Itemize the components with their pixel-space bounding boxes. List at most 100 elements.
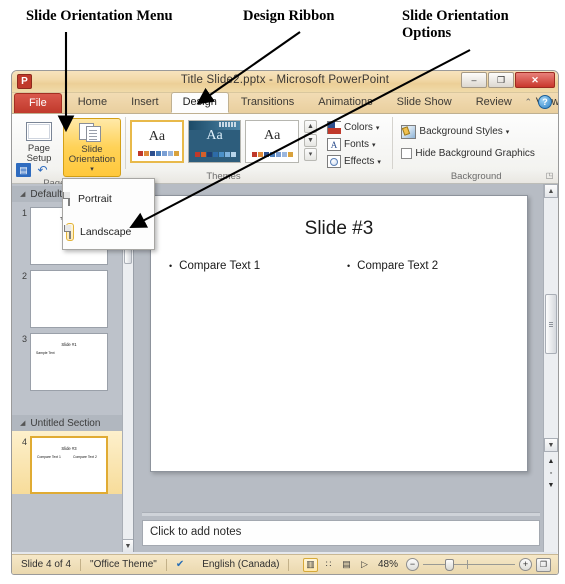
collapse-triangle-icon[interactable]: ◢ (20, 190, 25, 198)
portrait-icon-wrap (63, 191, 72, 207)
tab-home[interactable]: Home (66, 92, 119, 113)
themes-scroll-down-icon[interactable]: ▼ (304, 134, 318, 147)
slide-left-content[interactable]: • Compare Text 1 (169, 260, 260, 272)
previous-slide-icon[interactable]: ▲ (545, 456, 557, 468)
undo-icon[interactable]: ↶ (35, 163, 50, 177)
themes-gallery-arrows: ▲ ▼ ▾ (303, 120, 318, 161)
slide-right-content[interactable]: • Compare Text 2 (347, 260, 438, 272)
chevron-down-icon: ▾ (372, 141, 376, 149)
view-slide-sorter-icon[interactable]: ∷ (321, 558, 336, 572)
slide-title-text[interactable]: Slide #3 (151, 218, 527, 240)
restore-button[interactable]: ❐ (488, 72, 514, 88)
slide-thumbnail-4[interactable]: Slide #3 Compare Text 1 Compare Text 2 (30, 436, 108, 494)
slide-left-text: Compare Text 1 (179, 260, 261, 272)
view-normal-icon[interactable]: ▥ (302, 557, 318, 572)
background-styles-label: Background Styles (419, 126, 503, 137)
slide-number: 3 (21, 334, 27, 344)
background-styles-button[interactable]: Background Styles ▾ (397, 123, 513, 140)
scrollbar-thumb[interactable] (545, 294, 557, 354)
slide-right-text: Compare Text 2 (357, 260, 439, 272)
fit-slide-to-window-icon[interactable]: ❐ (536, 557, 551, 572)
themes-scroll-up-icon[interactable]: ▲ (304, 120, 318, 133)
portrait-icon (63, 191, 70, 206)
tab-design[interactable]: Design (170, 92, 229, 113)
slide-thumbnail-2[interactable] (30, 270, 108, 328)
theme-preview-letters: Aa (206, 128, 223, 143)
notes-splitter[interactable] (142, 512, 540, 516)
bullet-icon: • (169, 261, 173, 271)
theme-thumbnail-office[interactable]: Aa (130, 120, 184, 163)
view-reading-icon[interactable]: ▤ (339, 558, 354, 572)
collapse-triangle-icon[interactable]: ◢ (20, 419, 25, 427)
dropdown-item-landscape[interactable]: Landscape (63, 215, 154, 248)
scroll-down-icon[interactable]: ▼ (123, 539, 133, 552)
theme-effects-button[interactable]: Effects ▾ (323, 153, 388, 170)
zoom-slider-handle[interactable] (445, 559, 454, 571)
quick-access-toolbar: ▤ ↶ (16, 163, 50, 177)
ribbon-separator-2 (392, 117, 394, 169)
scroll-up-icon[interactable]: ▲ (544, 184, 558, 198)
zoom-out-icon[interactable]: − (406, 558, 419, 571)
slide-marker-icon[interactable]: ▫ (545, 468, 557, 480)
thumbnail-row-2[interactable]: 2 (12, 265, 133, 328)
scroll-down-icon[interactable]: ▼ (544, 438, 558, 452)
slide-counter[interactable]: Slide 4 of 4 (12, 559, 80, 570)
status-bar: Slide 4 of 4 "Office Theme" ✔ English (C… (12, 554, 558, 574)
window-controls: – ❐ ✕ (461, 72, 555, 88)
fonts-label: Fonts (344, 139, 370, 150)
tab-transitions[interactable]: Transitions (229, 92, 306, 113)
landscape-icon-wrap (64, 222, 74, 241)
annotation-design-ribbon: Design Ribbon (243, 8, 335, 24)
slide-thumbnail-3[interactable]: Slide #1 Sample Text (30, 333, 108, 391)
effects-label: Effects (344, 156, 375, 167)
tab-slide-show[interactable]: Slide Show (385, 92, 464, 113)
theme-colors-button[interactable]: Colors ▾ (323, 119, 388, 136)
slide-number: 2 (21, 271, 27, 281)
section-header-untitled[interactable]: ◢ Untitled Section (12, 415, 133, 431)
close-button[interactable]: ✕ (515, 72, 555, 88)
tab-review[interactable]: Review (464, 92, 524, 113)
zoom-level[interactable]: 48% (378, 559, 402, 570)
dropdown-item-portrait[interactable]: Portrait (63, 182, 154, 215)
slide-orientation-label: Slide Orientation (68, 144, 116, 166)
save-icon[interactable]: ▤ (16, 163, 31, 177)
dropdown-label-portrait: Portrait (78, 192, 112, 205)
help-icon[interactable]: ? (538, 95, 552, 109)
next-slide-icon[interactable]: ▼ (545, 480, 557, 492)
zoom-in-icon[interactable]: + (519, 558, 532, 571)
checkbox-icon[interactable] (401, 148, 413, 159)
slide-canvas[interactable]: Slide #3 • Compare Text 1 • Compare Text… (150, 195, 528, 472)
tab-animations[interactable]: Animations (306, 92, 384, 113)
theme-fonts-button[interactable]: A Fonts ▾ (323, 136, 388, 153)
title-bar: P Title Slide2.pptx - Microsoft PowerPoi… (12, 71, 558, 93)
bullet-icon: • (347, 261, 351, 271)
hide-background-graphics-checkbox[interactable]: Hide Background Graphics (397, 145, 539, 162)
editor-vertical-scrollbar[interactable]: ▲ ▼ ▲ ▫ ▼ (543, 184, 558, 552)
tab-insert[interactable]: Insert (119, 92, 171, 113)
tab-file[interactable]: File (14, 93, 62, 113)
chevron-down-icon: ▾ (505, 128, 510, 136)
slide-orientation-icon (79, 122, 105, 143)
slide-orientation-dropdown[interactable]: Portrait Landscape (62, 178, 155, 250)
thumbnail-row-3[interactable]: 3 Slide #1 Sample Text (12, 328, 133, 391)
view-slide-show-icon[interactable]: ▷ (357, 558, 372, 572)
theme-thumbnail-third[interactable]: Aa (245, 120, 300, 163)
notes-pane[interactable]: Click to add notes (142, 520, 540, 546)
theme-thumbnail-dark[interactable]: Aa (187, 120, 242, 163)
collapse-ribbon-icon[interactable]: ⌃ (524, 97, 532, 108)
minimize-button[interactable]: – (461, 72, 487, 88)
thumbnail-row-4[interactable]: 4 Slide #3 Compare Text 1 Compare Text 2 (12, 431, 133, 494)
background-dialog-launcher-icon[interactable]: ◳ (544, 171, 555, 182)
annotation-slide-orientation-menu: Slide Orientation Menu (26, 8, 173, 24)
ribbon-separator-1 (125, 117, 127, 169)
theme-color-swatches (138, 151, 180, 156)
zoom-slider[interactable] (423, 558, 515, 571)
themes-more-icon[interactable]: ▾ (304, 148, 318, 161)
page-setup-button[interactable]: Page Setup (15, 118, 63, 168)
dropdown-label-landscape: Landscape (80, 225, 132, 238)
slide-orientation-button[interactable]: Slide Orientation ▾ (63, 118, 121, 177)
spellcheck-icon[interactable]: ✔ (167, 559, 193, 570)
language-indicator[interactable]: English (Canada) (193, 559, 288, 570)
page-setup-icon (26, 122, 52, 141)
theme-name[interactable]: "Office Theme" (81, 559, 166, 570)
